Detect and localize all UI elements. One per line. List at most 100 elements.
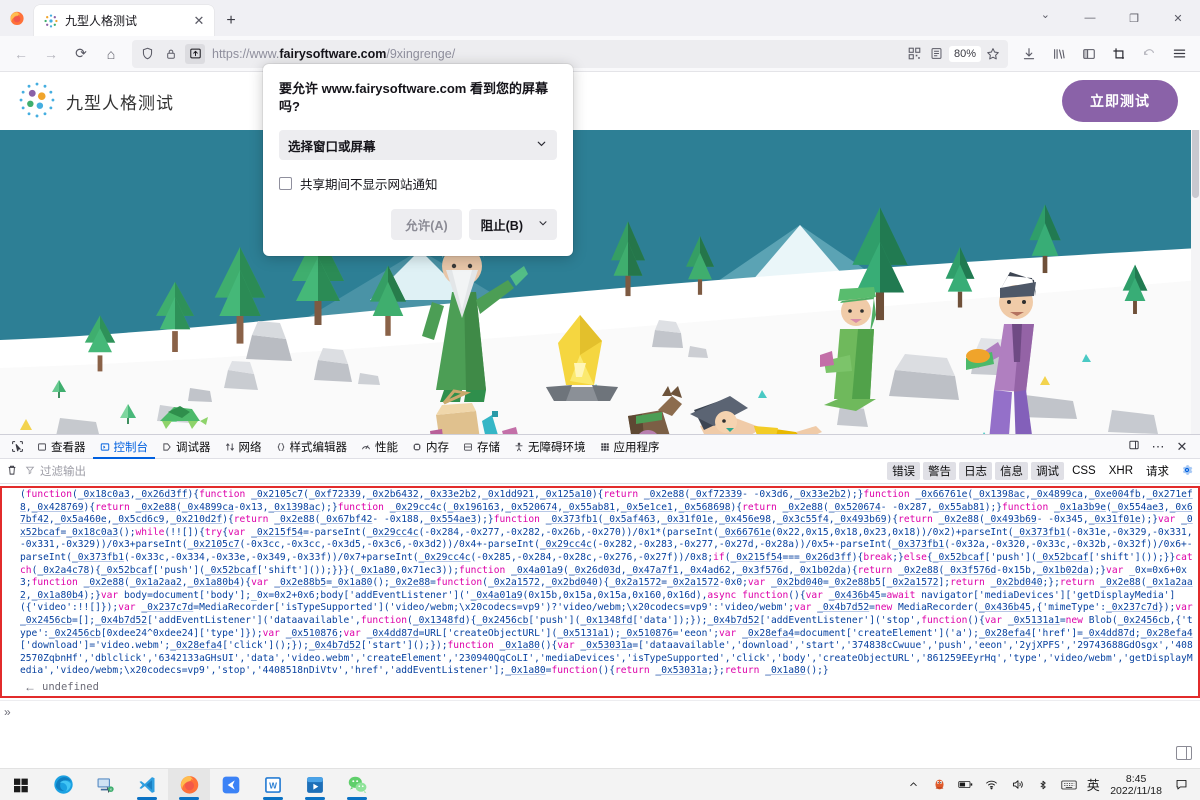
split-console-icon[interactable]	[1176, 746, 1192, 760]
sidebar-icon[interactable]	[1074, 40, 1104, 68]
filter-chip-logs[interactable]: 日志	[959, 462, 993, 480]
accessibility-icon	[514, 442, 524, 452]
filter-chip-debug[interactable]: 调试	[1031, 462, 1065, 480]
screenshot-icon[interactable]	[1104, 40, 1134, 68]
wps-office-icon[interactable]: W	[252, 769, 294, 800]
taskbar-clock[interactable]: 8:45 2022/11/18	[1104, 773, 1168, 797]
sync-icon[interactable]	[1134, 40, 1164, 68]
window-maximize-button[interactable]: ❐	[1112, 2, 1156, 34]
forward-button[interactable]: →	[36, 40, 66, 68]
filter-chip-xhr[interactable]: XHR	[1104, 464, 1138, 478]
new-tab-button[interactable]: +	[222, 12, 240, 30]
meatball-menu-icon[interactable]: ⋯	[1147, 439, 1169, 455]
console-output: » (function(_0x18c0a3,_0x26d3ff){functio…	[0, 484, 1200, 768]
notification-icon[interactable]	[1168, 769, 1194, 800]
devtools-tab-network[interactable]: 网络	[218, 435, 269, 459]
block-button[interactable]: 阻止(B)	[469, 209, 535, 240]
ime-indicator[interactable]: 英	[1082, 769, 1104, 800]
screen-source-select[interactable]: 选择窗口或屏幕	[279, 130, 557, 161]
library-icon[interactable]	[1044, 40, 1074, 68]
enneagram-dots-logo	[18, 81, 56, 122]
block-options-chevron-down-icon[interactable]	[535, 211, 557, 238]
devtools-tab-application[interactable]: 应用程序	[593, 435, 667, 459]
devtools-tab-label: 应用程序	[613, 441, 660, 454]
devtools-tab-storage[interactable]: 存储	[456, 435, 507, 459]
filter-chip-errors[interactable]: 错误	[887, 462, 921, 480]
qr-code-icon[interactable]	[905, 44, 925, 64]
url-path: /9xingrenge/	[386, 46, 456, 61]
remote-desktop-icon[interactable]: ×	[84, 769, 126, 800]
trash-icon[interactable]	[6, 464, 18, 479]
console-input-entry[interactable]: » (function(_0x18c0a3,_0x26d3ff){functio…	[0, 486, 1200, 698]
console-filter-input[interactable]: 过滤输出	[25, 463, 86, 479]
window-minimize-button[interactable]: —	[1068, 2, 1112, 34]
bookmark-star-icon[interactable]	[983, 44, 1003, 64]
devtools-tab-label: 无障碍环境	[528, 441, 586, 454]
url-bar[interactable]: https://www.fairysoftware.com/9xingrenge…	[132, 39, 1008, 68]
screen-share-icon[interactable]	[185, 43, 205, 64]
downloads-icon[interactable]	[1014, 40, 1044, 68]
site-brand[interactable]: 九型人格测试	[18, 81, 174, 122]
window-close-button[interactable]: ✕	[1156, 2, 1200, 34]
wechat-icon[interactable]	[336, 769, 378, 800]
console-return-value: undefined	[42, 680, 99, 693]
chevron-up-icon[interactable]	[900, 769, 926, 800]
home-button[interactable]: ⌂	[96, 40, 126, 68]
desktop-screen: 九型人格测试 ✕ + ⌄ — ❐ ✕ ← → ⟳ ⌂ https://www.f…	[0, 0, 1200, 800]
hide-notifications-checkbox-row[interactable]: 共享期间不显示网站通知	[279, 174, 557, 193]
devtools-tab-console[interactable]: 控制台	[93, 435, 156, 459]
hide-notifications-checkbox[interactable]	[279, 177, 292, 191]
site-header: 九型人格测试 立即测试	[0, 72, 1200, 130]
browser-tab[interactable]: 九型人格测试 ✕	[34, 5, 214, 36]
vscode-icon[interactable]	[126, 769, 168, 800]
element-picker-icon[interactable]	[4, 440, 30, 453]
devtools-tab-accessibility[interactable]: 无障碍环境	[507, 435, 593, 459]
devtools-tab-style-editor[interactable]: 样式编辑器	[269, 435, 355, 459]
tab-list-chevron-down-icon[interactable]: ⌄	[1041, 8, 1050, 21]
windows-start-icon[interactable]	[0, 769, 42, 800]
devtools-tab-performance[interactable]: 性能	[354, 435, 405, 459]
console-prompt-row[interactable]: »	[0, 699, 1200, 719]
reader-mode-icon[interactable]	[927, 44, 947, 64]
web-page-viewport: 九型人格测试 立即测试	[0, 72, 1200, 434]
blue-app-icon[interactable]	[210, 769, 252, 800]
filter-chip-requests[interactable]: 请求	[1141, 462, 1174, 480]
allow-button[interactable]: 允许(A)	[391, 209, 462, 241]
bluetooth-icon[interactable]	[1030, 769, 1056, 800]
tab-close-icon[interactable]: ✕	[190, 12, 208, 30]
filter-chip-css[interactable]: CSS	[1067, 464, 1101, 478]
gear-icon[interactable]	[1181, 464, 1193, 479]
lock-icon[interactable]	[161, 44, 181, 64]
clock-time: 8:45	[1125, 772, 1147, 785]
keyboard-icon[interactable]	[1056, 769, 1082, 800]
enneagram-dots-icon	[44, 13, 58, 28]
devtools-tab-memory[interactable]: 内存	[405, 435, 456, 459]
edge-icon[interactable]	[42, 769, 84, 800]
qq-penguin-icon[interactable]	[926, 769, 952, 800]
close-icon[interactable]: ✕	[1171, 439, 1193, 455]
app-menu-icon[interactable]	[1164, 40, 1194, 68]
browser-nav-bar: ← → ⟳ ⌂ https://www.fairysoftware.com/9x…	[0, 36, 1200, 72]
reload-button[interactable]: ⟳	[66, 40, 96, 68]
devtools-tab-inspector[interactable]: 查看器	[30, 435, 93, 459]
taskbar-running-indicator	[347, 797, 367, 800]
inspector-icon	[37, 442, 47, 452]
url-text[interactable]: https://www.fairysoftware.com/9xingrenge…	[209, 47, 901, 61]
volume-icon[interactable]	[1004, 769, 1030, 800]
battery-icon[interactable]	[952, 769, 978, 800]
wifi-icon[interactable]	[978, 769, 1004, 800]
dock-icon[interactable]	[1123, 439, 1145, 454]
back-button[interactable]: ←	[6, 40, 36, 68]
screen-share-permission-dialog: 要允许 www.fairysoftware.com 看到您的屏幕吗? 选择窗口或…	[263, 64, 573, 257]
devtools-tab-label: 控制台	[113, 441, 149, 454]
start-test-button[interactable]: 立即测试	[1062, 80, 1178, 122]
video-player-icon[interactable]	[294, 769, 336, 800]
filter-chip-info[interactable]: 信息	[995, 462, 1029, 480]
console-entered-code: (function(_0x18c0a3,_0x26d3ff){function …	[20, 489, 1193, 677]
shield-icon[interactable]	[137, 44, 157, 64]
devtools-tab-debugger[interactable]: 调试器	[155, 435, 218, 459]
filter-chip-warnings[interactable]: 警告	[923, 462, 957, 480]
firefox-icon[interactable]	[168, 768, 210, 800]
system-tray: 英 8:45 2022/11/18	[900, 769, 1200, 800]
zoom-level-indicator[interactable]: 80%	[948, 45, 981, 62]
